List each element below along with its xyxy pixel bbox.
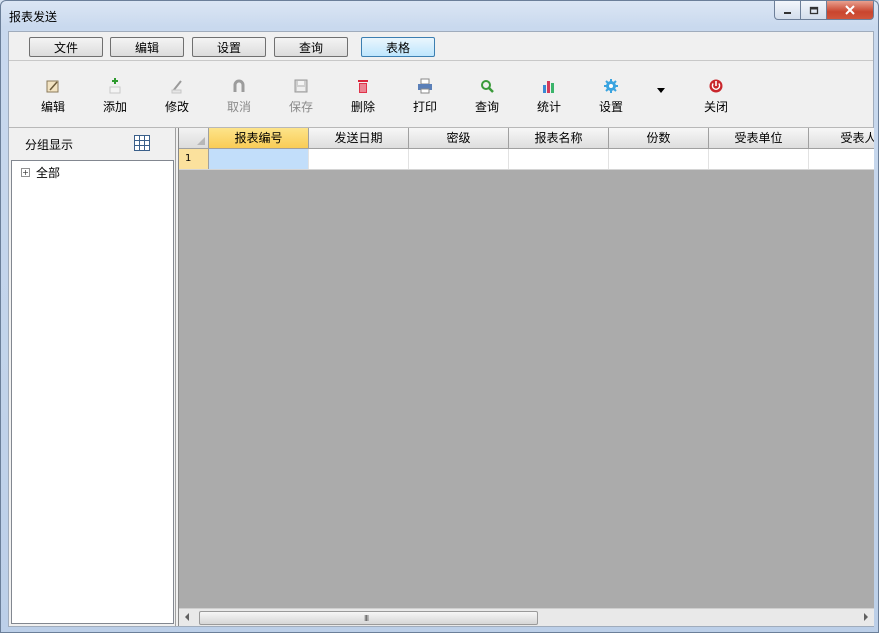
- undo-icon: [230, 77, 248, 95]
- save-icon: [292, 77, 310, 95]
- bar-chart-icon: [540, 77, 558, 95]
- grid-select-all-corner[interactable]: [179, 128, 209, 148]
- scroll-right-icon[interactable]: [864, 613, 868, 621]
- table-row[interactable]: 1: [179, 149, 874, 170]
- row-header[interactable]: 1: [179, 149, 209, 169]
- menu-bar: 文件 编辑 设置 查询 表格: [9, 32, 873, 61]
- table-cell[interactable]: [409, 149, 509, 169]
- menu-file[interactable]: 文件: [29, 37, 103, 57]
- data-grid[interactable]: 报表编号 发送日期 密级 报表名称 份数 受表单位 受表人 1 III: [178, 128, 874, 626]
- table-cell[interactable]: [809, 149, 874, 169]
- toolbar-more-dropdown[interactable]: [657, 88, 665, 93]
- toolbar-delete-button[interactable]: 删除: [340, 77, 386, 117]
- toolbar-modify-button[interactable]: 修改: [154, 77, 200, 117]
- group-panel-header: 分组显示: [9, 128, 175, 158]
- table-cell[interactable]: [209, 149, 309, 169]
- group-tree[interactable]: + 全部: [11, 160, 174, 624]
- search-icon: [478, 77, 496, 95]
- column-header[interactable]: 受表人: [809, 128, 874, 148]
- table-cell[interactable]: [309, 149, 409, 169]
- toolbar-edit-button[interactable]: 编辑: [30, 77, 76, 117]
- scroll-thumb[interactable]: III: [199, 611, 538, 625]
- tree-item-label: 全部: [36, 166, 61, 180]
- toolbar-add-button[interactable]: 添加: [92, 77, 138, 117]
- table-cell[interactable]: [709, 149, 809, 169]
- column-header[interactable]: 份数: [609, 128, 709, 148]
- menu-table[interactable]: 表格: [361, 37, 435, 57]
- maximize-button[interactable]: [801, 1, 827, 20]
- horizontal-scrollbar[interactable]: III: [179, 608, 874, 626]
- group-panel: 分组显示 + 全部: [9, 128, 176, 626]
- minimize-button[interactable]: [774, 1, 801, 20]
- modify-icon: [168, 77, 186, 95]
- power-icon: [707, 77, 725, 95]
- toolbar-cancel-button[interactable]: 取消: [216, 77, 262, 117]
- column-header[interactable]: 报表编号: [209, 128, 309, 148]
- toolbar-query-button[interactable]: 查询: [464, 77, 510, 117]
- window-title: 报表发送: [9, 10, 58, 24]
- menu-edit[interactable]: 编辑: [110, 37, 184, 57]
- gear-icon: [602, 77, 620, 95]
- minimize-icon: [784, 11, 791, 14]
- expand-plus-icon[interactable]: +: [21, 168, 30, 177]
- add-icon: [106, 77, 124, 95]
- group-panel-title: 分组显示: [25, 138, 74, 152]
- column-header[interactable]: 密级: [409, 128, 509, 148]
- toolbar-close-button[interactable]: 关闭: [693, 77, 739, 117]
- column-header[interactable]: 报表名称: [509, 128, 609, 148]
- column-header[interactable]: 发送日期: [309, 128, 409, 148]
- scroll-left-icon[interactable]: [185, 613, 189, 621]
- toolbar-save-button[interactable]: 保存: [278, 77, 324, 117]
- close-button[interactable]: [827, 1, 874, 20]
- toolbar-stats-button[interactable]: 统计: [526, 77, 572, 117]
- toolbar-settings-button[interactable]: 设置: [588, 77, 634, 117]
- title-bar[interactable]: 报表发送: [1, 1, 878, 29]
- table-cell[interactable]: [609, 149, 709, 169]
- table-cell[interactable]: [509, 149, 609, 169]
- scroll-grip: III: [364, 614, 369, 623]
- grid-header: 报表编号 发送日期 密级 报表名称 份数 受表单位 受表人: [179, 128, 874, 149]
- app-window: 报表发送 文件 编辑 设置 查询 表格 编辑 添加 修改 取消 保存 删除 打印…: [0, 0, 879, 633]
- restore-icon: [809, 6, 818, 14]
- column-header[interactable]: 受表单位: [709, 128, 809, 148]
- toolbar: 编辑 添加 修改 取消 保存 删除 打印 查询 统计 设置 关闭: [9, 61, 873, 128]
- window-controls: [774, 1, 874, 20]
- close-icon: [845, 5, 855, 15]
- client-area: 文件 编辑 设置 查询 表格 编辑 添加 修改 取消 保存 删除 打印 查询 统…: [8, 31, 874, 627]
- trash-icon: [354, 77, 372, 95]
- menu-query[interactable]: 查询: [274, 37, 348, 57]
- grid-toggle-icon[interactable]: [134, 135, 150, 151]
- printer-icon: [416, 77, 434, 95]
- tree-item-all[interactable]: + 全部: [21, 164, 60, 181]
- toolbar-print-button[interactable]: 打印: [402, 77, 448, 117]
- edit-icon: [44, 77, 62, 95]
- menu-settings[interactable]: 设置: [192, 37, 266, 57]
